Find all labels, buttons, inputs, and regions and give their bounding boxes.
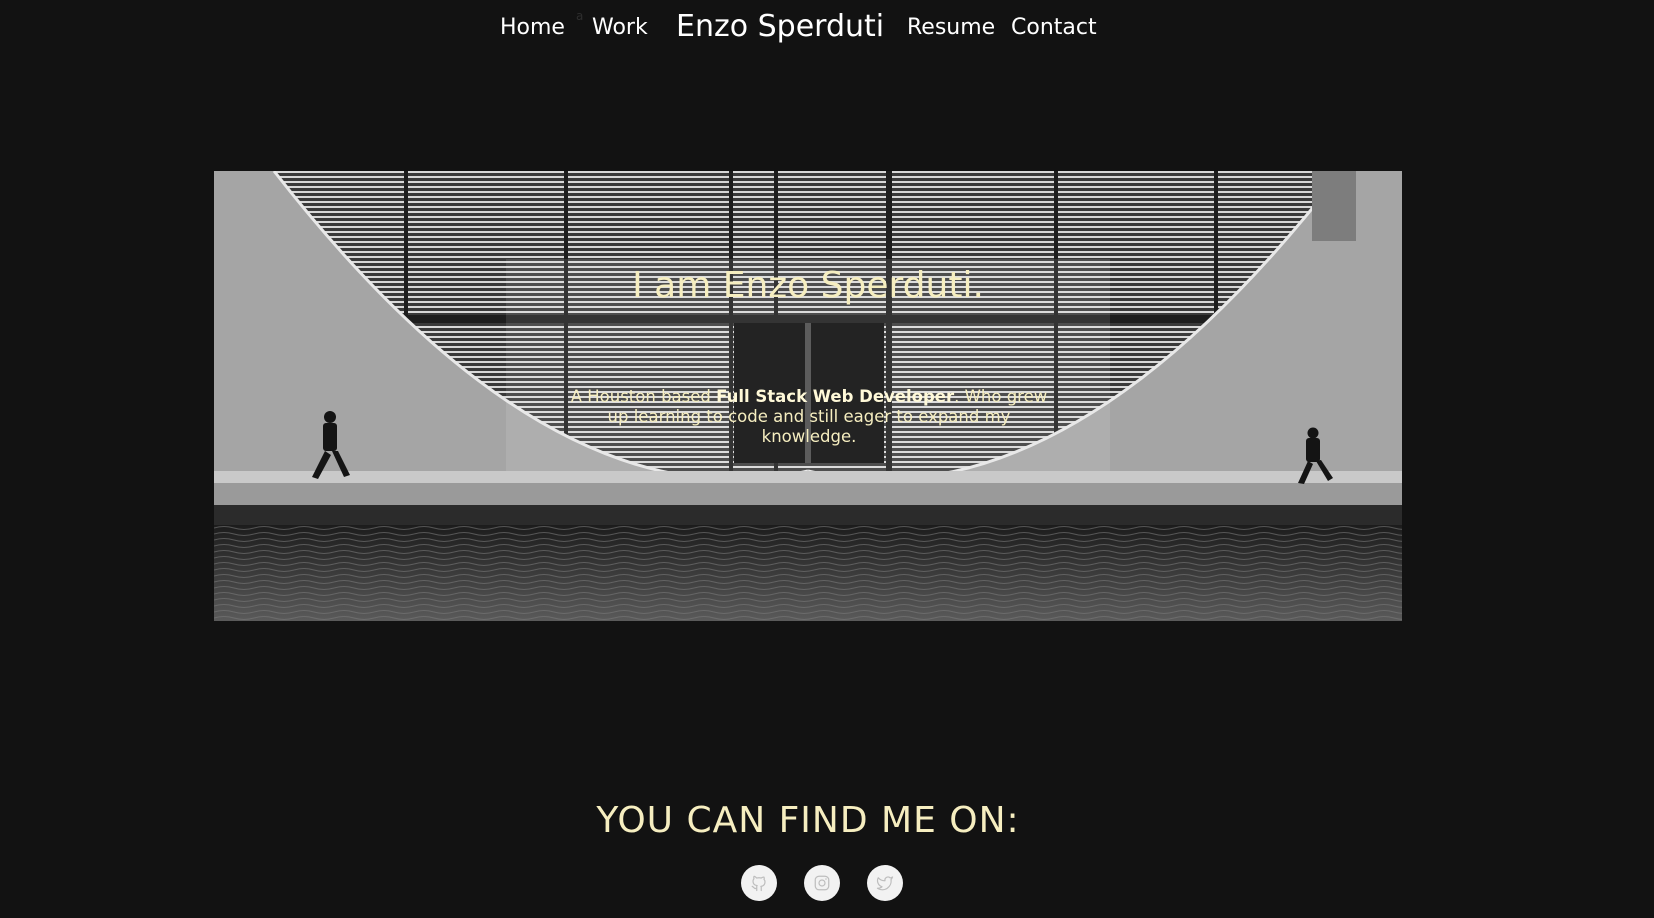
find-me-heading: YOU CAN FIND ME ON: <box>596 800 1020 841</box>
hero-banner: I am Enzo Sperduti. A Houston based Full… <box>214 171 1402 621</box>
nav-work-link[interactable]: Work <box>592 15 648 40</box>
hero-subtitle: A Houston based Full Stack Web Developer… <box>564 387 1054 447</box>
nav-home-link[interactable]: Home <box>500 15 565 40</box>
hero-title: I am Enzo Sperduti. <box>632 265 984 306</box>
nav-resume-link[interactable]: Resume <box>907 15 995 40</box>
social-links <box>741 865 903 901</box>
nav-brand[interactable]: Enzo Sperduti <box>676 9 884 44</box>
hero-subtitle-role: Full Stack Web Developer <box>716 387 955 406</box>
twitter-link[interactable] <box>867 865 903 901</box>
github-icon <box>751 875 766 892</box>
hero-subtitle-lead: A Houston based <box>570 387 717 406</box>
nav-tiny-mark: a <box>576 9 584 23</box>
twitter-icon <box>876 876 894 891</box>
top-nav: Home a Work Enzo Sperduti Resume Contact <box>0 0 1654 60</box>
github-link[interactable] <box>741 865 777 901</box>
instagram-icon <box>814 875 830 891</box>
portfolio-page: Home a Work Enzo Sperduti Resume Contact <box>0 0 1654 918</box>
nav-contact-link[interactable]: Contact <box>1011 15 1097 40</box>
instagram-link[interactable] <box>804 865 840 901</box>
